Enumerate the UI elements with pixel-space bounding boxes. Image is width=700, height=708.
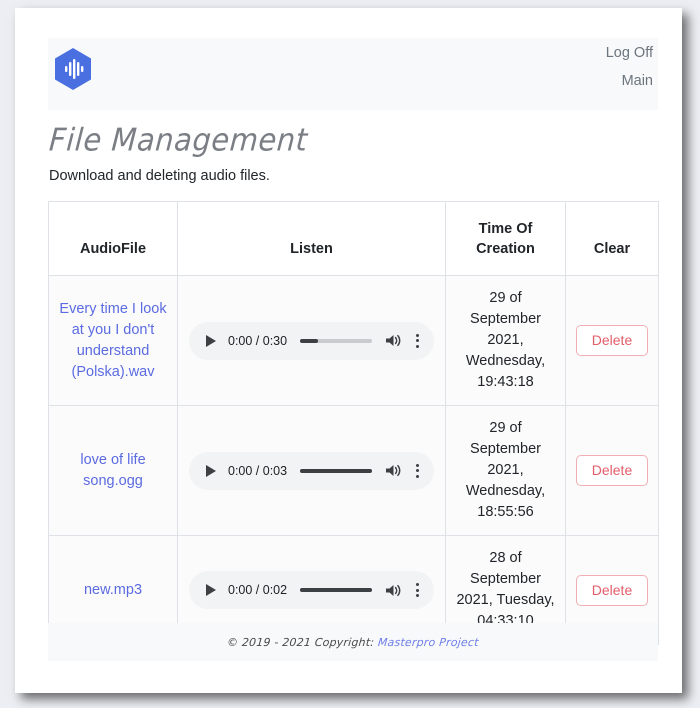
kebab-menu-icon[interactable]: [413, 581, 422, 599]
footer-project-link[interactable]: Masterpro Project: [377, 636, 479, 649]
file-download-link[interactable]: Every time I look at you I don't underst…: [57, 299, 169, 383]
cell-clear: Delete: [565, 275, 659, 407]
audio-progress-fill: [300, 468, 372, 473]
column-header-listen: Listen: [177, 200, 446, 277]
cell-time-of-creation: 29 of September 2021, Wednesday, 18:55:5…: [445, 405, 566, 537]
delete-button[interactable]: Delete: [575, 324, 649, 357]
cell-listen: 0:00 / 0:30: [177, 275, 446, 407]
nav-link-main[interactable]: Main: [622, 73, 653, 89]
kebab-dot: [416, 594, 419, 598]
cell-audiofile: love of life song.ogg: [48, 405, 178, 537]
audio-progress-bar[interactable]: [300, 588, 372, 593]
kebab-dot: [416, 339, 419, 343]
kebab-menu-icon[interactable]: [413, 462, 422, 480]
file-download-link[interactable]: new.mp3: [84, 580, 142, 601]
audio-files-table: AudioFile Listen Time Of Creation Clear …: [48, 200, 659, 646]
table-header-row: AudioFile Listen Time Of Creation Clear: [48, 200, 659, 277]
play-icon[interactable]: [203, 583, 219, 597]
audio-progress-bar[interactable]: [300, 338, 372, 343]
play-icon[interactable]: [203, 464, 219, 478]
column-header-time-of-creation: Time Of Creation: [445, 200, 566, 277]
volume-icon[interactable]: [385, 333, 402, 348]
audio-time-display: 0:00 / 0:03: [228, 463, 288, 478]
audio-time-display: 0:00 / 0:02: [228, 583, 288, 598]
table-body: Every time I look at you I don't underst…: [48, 275, 659, 646]
table-head: AudioFile Listen Time Of Creation Clear: [48, 200, 659, 277]
site-header: Log Off Main: [48, 38, 658, 110]
nav-link-log-off[interactable]: Log Off: [606, 46, 653, 61]
header-nav: Log Off Main: [606, 46, 653, 88]
cell-listen: 0:00 / 0:03: [177, 405, 446, 537]
audio-progress-fill: [300, 338, 319, 343]
column-header-clear: Clear: [565, 200, 659, 277]
audio-player[interactable]: 0:00 / 0:03: [189, 451, 434, 490]
column-header-audiofile: AudioFile: [48, 200, 178, 277]
volume-icon[interactable]: [385, 463, 402, 478]
file-download-link[interactable]: love of life song.ogg: [57, 450, 169, 492]
audio-progress-bar[interactable]: [300, 468, 372, 473]
table-row: Every time I look at you I don't underst…: [48, 275, 659, 407]
kebab-dot: [416, 463, 419, 467]
cell-clear: Delete: [565, 405, 659, 537]
audio-wave-hexagon-logo-icon[interactable]: [52, 46, 94, 92]
kebab-menu-icon[interactable]: [413, 332, 422, 350]
audio-player[interactable]: 0:00 / 0:02: [189, 571, 434, 610]
kebab-dot: [416, 333, 419, 337]
page-card: Log Off Main File Management Download an…: [15, 8, 682, 693]
kebab-dot: [416, 474, 419, 478]
cell-time-of-creation: 29 of September 2021, Wednesday, 19:43:1…: [445, 275, 566, 407]
table-row: love of life song.ogg 0:00 / 0:03 29 of …: [48, 405, 659, 537]
kebab-dot: [416, 344, 419, 348]
page-title: File Management: [48, 121, 309, 158]
footer-copyright: © 2019 - 2021 Copyright: Masterpro Proje…: [227, 636, 480, 649]
audio-player[interactable]: 0:00 / 0:30: [189, 321, 434, 360]
audio-time-display: 0:00 / 0:30: [228, 333, 288, 348]
delete-button[interactable]: Delete: [575, 455, 649, 487]
kebab-dot: [416, 583, 419, 587]
play-icon[interactable]: [203, 334, 219, 348]
volume-icon[interactable]: [385, 583, 402, 598]
audio-progress-fill: [300, 588, 372, 593]
site-footer: © 2019 - 2021 Copyright: Masterpro Proje…: [48, 623, 658, 661]
kebab-dot: [416, 469, 419, 473]
kebab-dot: [416, 588, 419, 592]
page-content: Log Off Main File Management Download an…: [48, 38, 659, 646]
footer-copyright-text: © 2019 - 2021 Copyright:: [226, 635, 379, 649]
delete-button[interactable]: Delete: [575, 574, 649, 606]
cell-audiofile: Every time I look at you I don't underst…: [48, 275, 178, 407]
page-subtitle: Download and deleting audio files.: [49, 168, 270, 184]
